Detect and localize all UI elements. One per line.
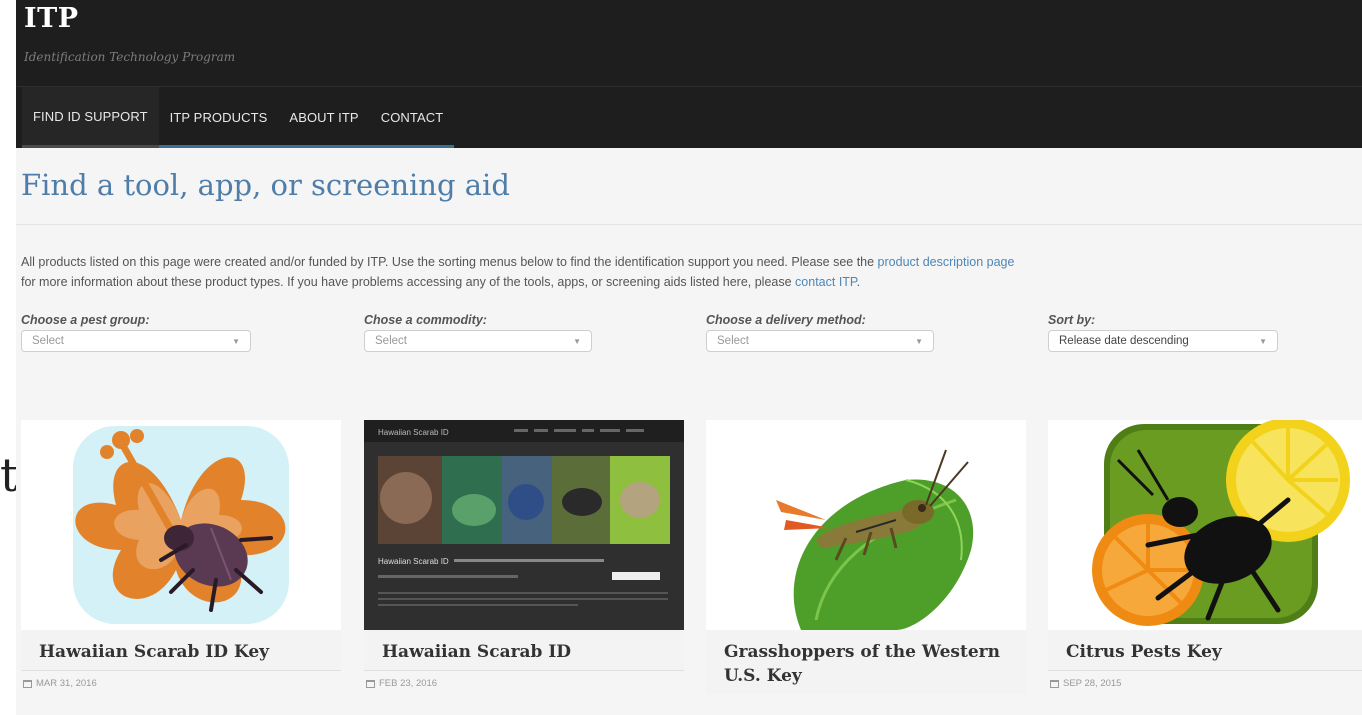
hawaiian-scarab-website-image[interactable]: Hawaiian Scarab ID Hawaiian Scarab ID xyxy=(364,420,684,630)
nav-item-label: ITP PRODUCTS xyxy=(169,110,268,125)
calendar-icon xyxy=(23,679,32,688)
left-edge: t xyxy=(0,0,19,715)
filter-sort-by: Sort by: Release date descending ▼ xyxy=(1048,313,1278,352)
main-content: Find a tool, app, or screening aid All p… xyxy=(16,148,1362,715)
filter-pest-group: Choose a pest group: Select ▼ xyxy=(21,313,251,352)
product-description-link[interactable]: product description page xyxy=(878,255,1015,269)
dropdown-caret-icon: ▼ xyxy=(573,336,581,346)
nav-item-find-id-support[interactable]: FIND ID SUPPORT xyxy=(22,87,159,148)
site-header: ITP Identification Technology Program FI… xyxy=(16,0,1362,148)
select-value: Select xyxy=(375,335,407,347)
nav-item-label: CONTACT xyxy=(380,110,444,125)
intro-text: All products listed on this page were cr… xyxy=(21,252,1362,292)
card-title[interactable]: Hawaiian Scarab ID xyxy=(364,630,684,670)
dropdown-caret-icon: ▼ xyxy=(232,336,240,346)
nav-item-label: ABOUT ITP xyxy=(289,110,359,125)
select-value: Select xyxy=(32,335,64,347)
grasshopper-leaf-icon xyxy=(706,420,1026,630)
card-title-area: Grasshoppers of the Western U.S. Key xyxy=(706,630,1026,694)
pest-group-select[interactable]: Select ▼ xyxy=(21,330,251,352)
card-date: MAR 31, 2016 xyxy=(21,670,341,697)
filter-commodity: Chose a commodity: Select ▼ xyxy=(364,313,592,352)
dropdown-caret-icon: ▼ xyxy=(915,336,923,346)
nav-item-about-itp[interactable]: ABOUT ITP xyxy=(278,87,370,148)
filter-delivery-method: Choose a delivery method: Select ▼ xyxy=(706,313,934,352)
select-value: Release date descending xyxy=(1059,335,1189,347)
thumbnail-site-name: Hawaiian Scarab ID xyxy=(378,428,449,437)
nav-item-label: FIND ID SUPPORT xyxy=(33,108,148,124)
filter-label: Chose a commodity: xyxy=(364,313,487,327)
card-date-text: SEP 28, 2015 xyxy=(1063,678,1122,689)
intro-text-part-1: All products listed on this page were cr… xyxy=(21,255,878,269)
sort-by-select[interactable]: Release date descending ▼ xyxy=(1048,330,1278,352)
product-card[interactable]: Hawaiian Scarab ID Key MAR 31, 2016 xyxy=(21,420,341,697)
title-divider xyxy=(16,224,1362,225)
intro-text-end: . xyxy=(856,275,861,289)
product-card[interactable]: Hawaiian Scarab ID Hawaiian Scarab ID Ha… xyxy=(364,420,684,697)
brand[interactable]: ITP Identification Technology Program xyxy=(24,4,236,65)
card-date: FEB 23, 2016 xyxy=(364,670,684,697)
delivery-method-select[interactable]: Select ▼ xyxy=(706,330,934,352)
card-title[interactable]: Citrus Pests Key xyxy=(1048,630,1362,670)
filter-label: Sort by: xyxy=(1048,313,1096,327)
card-date-text: FEB 23, 2016 xyxy=(379,678,438,689)
card-title-area: Citrus Pests Key xyxy=(1048,630,1362,670)
site-subtitle: Identification Technology Program xyxy=(24,50,236,64)
contact-itp-link[interactable]: contact ITP xyxy=(795,275,857,289)
card-date-text: MAR 31, 2016 xyxy=(36,678,97,689)
card-title[interactable]: Hawaiian Scarab ID Key xyxy=(21,630,341,670)
hawaiian-scarab-key-image[interactable] xyxy=(21,420,341,630)
product-card[interactable]: Grasshoppers of the Western U.S. Key xyxy=(706,420,1026,694)
page: t ITP Identification Technology Program … xyxy=(0,0,1362,715)
site-title[interactable]: ITP xyxy=(24,4,235,34)
grasshoppers-key-image[interactable] xyxy=(706,420,1026,630)
filter-label: Choose a delivery method: xyxy=(706,313,866,327)
nav-item-itp-products[interactable]: ITP PRODUCTS xyxy=(158,87,279,148)
main-nav: FIND ID SUPPORT ITP PRODUCTS ABOUT ITP C… xyxy=(22,87,455,148)
card-title-area: Hawaiian Scarab ID xyxy=(364,630,684,670)
calendar-icon xyxy=(366,679,375,688)
page-title: Find a tool, app, or screening aid xyxy=(21,168,510,202)
citrus-weevil-icon xyxy=(1048,420,1362,630)
commodity-select[interactable]: Select ▼ xyxy=(364,330,592,352)
intro-text-part-2: for more information about these product… xyxy=(21,275,796,289)
card-title-area: Hawaiian Scarab ID Key xyxy=(21,630,341,670)
thumbnail-heading: Hawaiian Scarab ID xyxy=(378,557,449,566)
product-card[interactable]: Citrus Pests Key SEP 28, 2015 xyxy=(1048,420,1362,697)
select-value: Select xyxy=(717,335,749,347)
filter-label: Choose a pest group: xyxy=(21,313,150,327)
dropdown-caret-icon: ▼ xyxy=(1259,336,1267,346)
nav-item-contact[interactable]: CONTACT xyxy=(369,87,455,148)
hibiscus-beetle-icon xyxy=(21,420,341,630)
card-title[interactable]: Grasshoppers of the Western U.S. Key xyxy=(706,630,1026,694)
card-date: SEP 28, 2015 xyxy=(1048,670,1362,697)
website-screenshot-thumbnail: Hawaiian Scarab ID Hawaiian Scarab ID xyxy=(364,420,684,630)
citrus-pests-key-image[interactable] xyxy=(1048,420,1362,630)
calendar-icon xyxy=(1050,679,1059,688)
